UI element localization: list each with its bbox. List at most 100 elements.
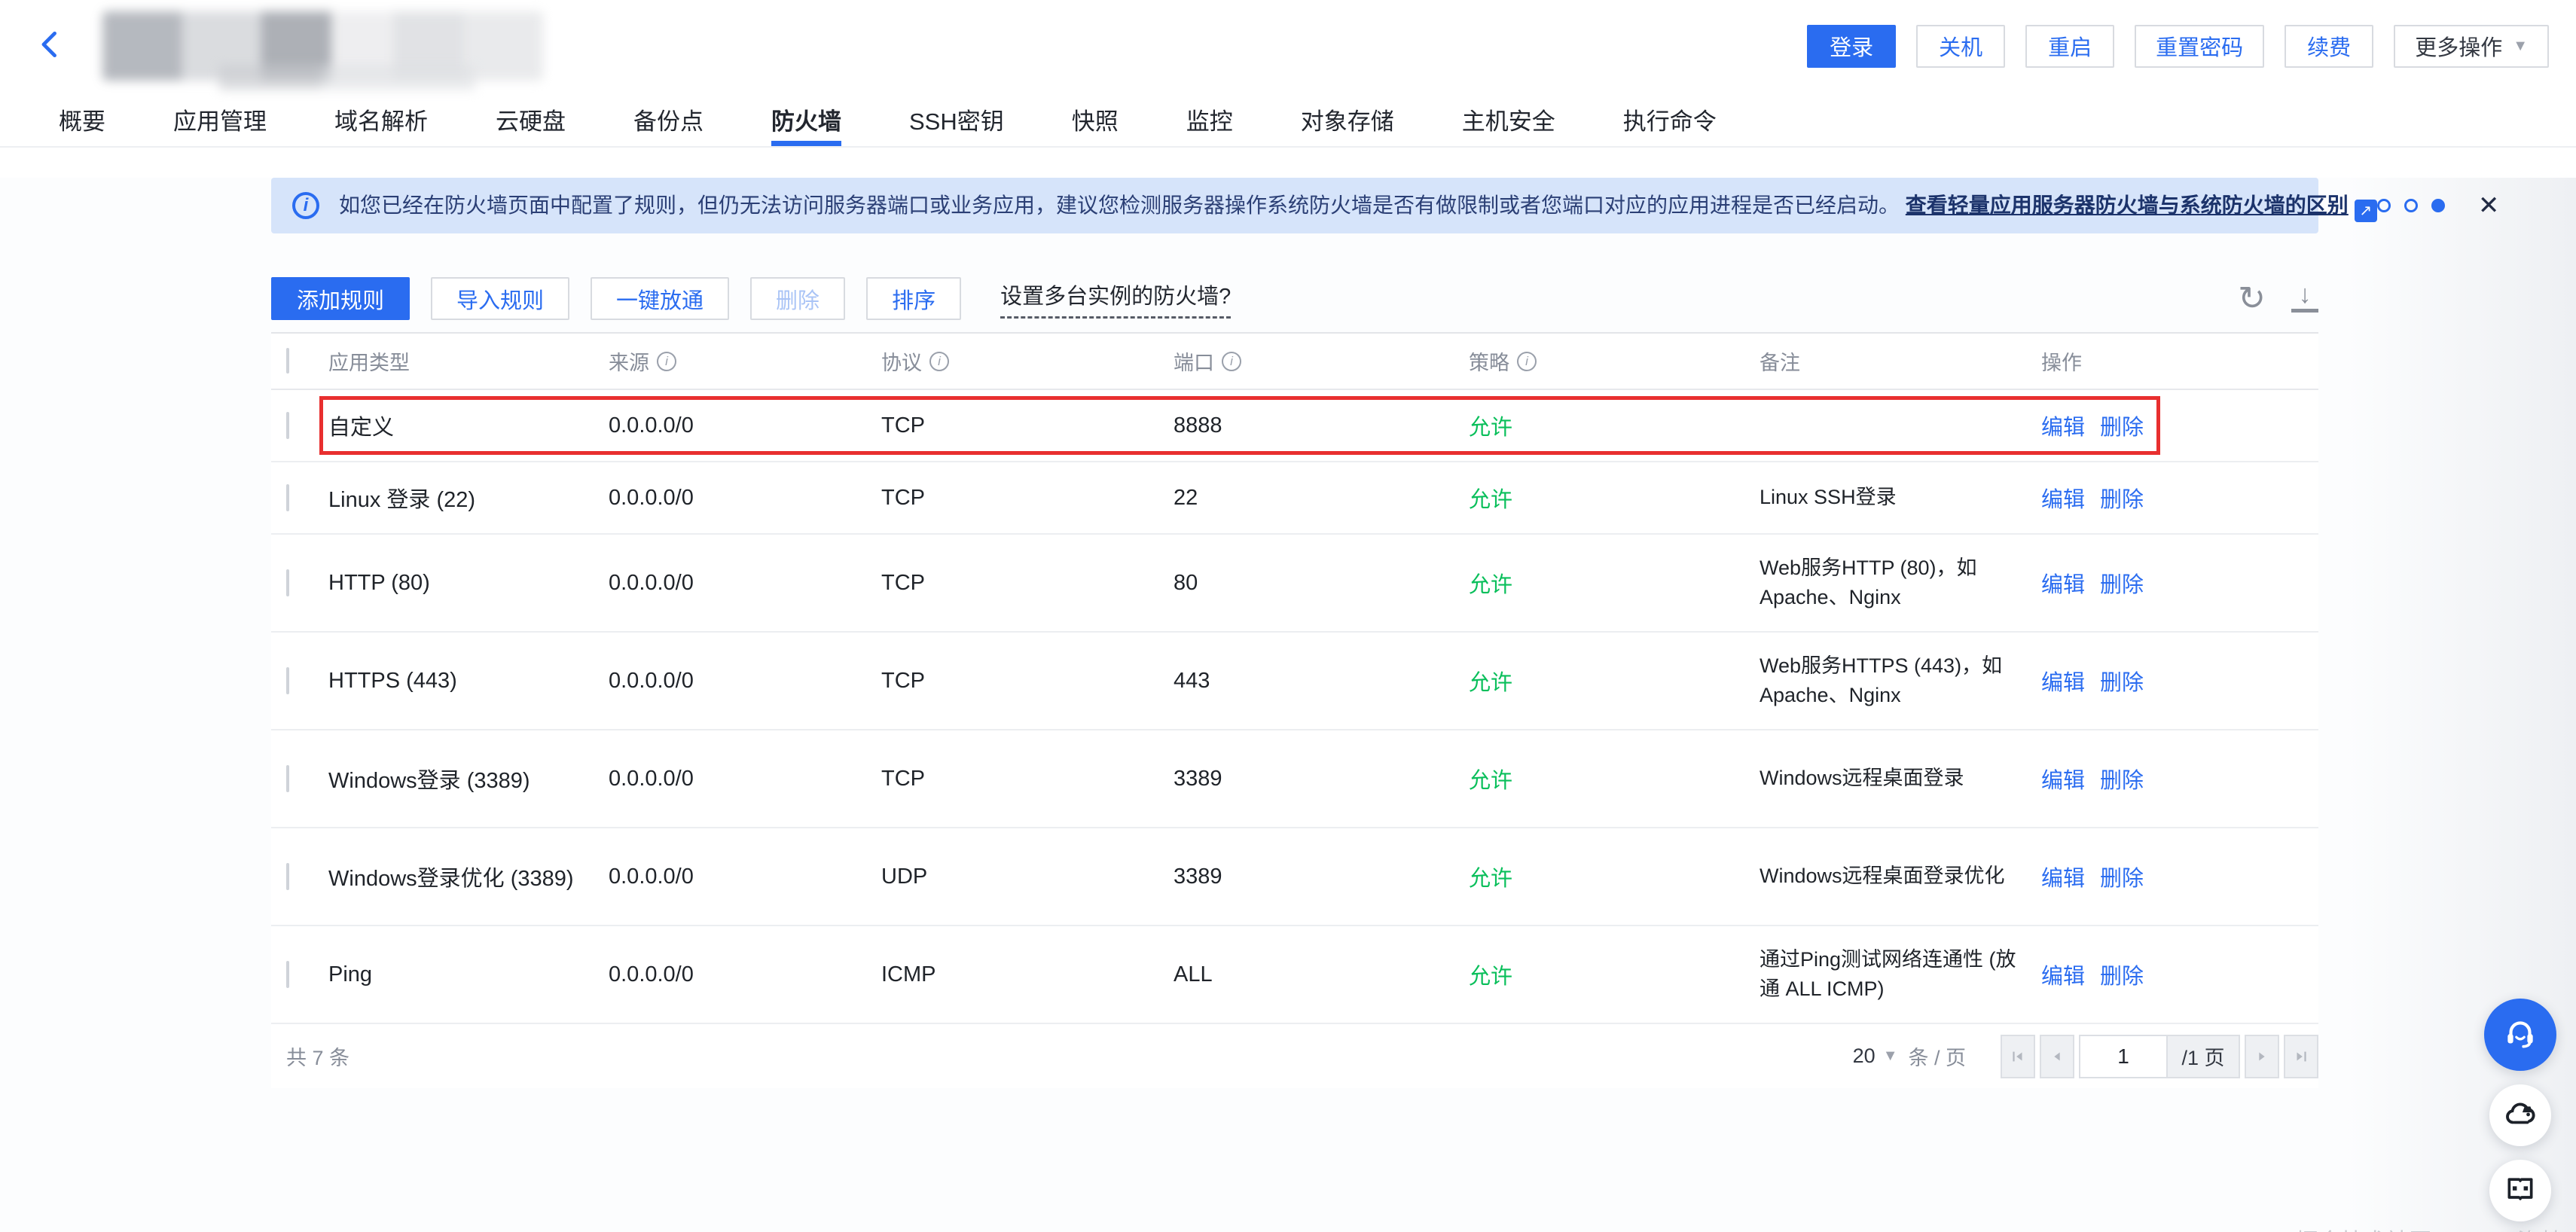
tab-1[interactable]: 应用管理: [173, 92, 267, 146]
edit-link[interactable]: 编辑: [2041, 482, 2085, 514]
tab-6[interactable]: SSH密钥: [909, 92, 1004, 146]
cloud-notification-button[interactable]: [2489, 1084, 2551, 1146]
cell-source: 0.0.0.0/0: [609, 413, 881, 438]
last-page-button[interactable]: [2284, 1035, 2318, 1078]
first-page-button[interactable]: [2001, 1035, 2035, 1078]
column-header: 备注: [1760, 346, 2041, 376]
info-icon[interactable]: i: [1517, 352, 1537, 371]
cell-actions: 编辑删除: [2041, 665, 2318, 697]
total-count: 共 7 条: [286, 1041, 349, 1071]
row-checkbox[interactable]: [286, 569, 289, 596]
cell-source: 0.0.0.0/0: [609, 571, 881, 596]
instance-button[interactable]: 关机: [1916, 25, 2005, 68]
cell-port: 3389: [1174, 767, 1469, 791]
tab-9[interactable]: 对象存储: [1301, 92, 1394, 146]
row-checkbox[interactable]: [286, 412, 289, 439]
delete-link[interactable]: 删除: [2100, 482, 2144, 514]
table-footer: 共 7 条 20 ▼ 条 / 页 /1 页: [271, 1024, 2318, 1088]
prev-page-button[interactable]: [2040, 1035, 2074, 1078]
column-header: 操作: [2041, 346, 2318, 376]
add-rule-button[interactable]: 添加规则: [271, 277, 410, 320]
docs-button[interactable]: [2489, 1160, 2551, 1221]
watermark: 掘金技术社区 @ Lorin洛林: [2296, 1223, 2562, 1232]
firewall-info-banner: i 如您已经在防火墙页面中配置了规则，但仍无法访问服务器端口或业务应用，建议您检…: [271, 178, 2318, 233]
open-all-button[interactable]: 一键放通: [591, 277, 729, 320]
page-number-input[interactable]: [2079, 1035, 2168, 1078]
tab-8[interactable]: 监控: [1186, 92, 1233, 146]
cell-actions: 编辑删除: [2041, 861, 2318, 892]
tab-10[interactable]: 主机安全: [1462, 92, 1555, 146]
delete-link[interactable]: 删除: [2100, 410, 2144, 441]
page-size-select[interactable]: 20 ▼: [1853, 1044, 1898, 1068]
cell-port: 443: [1174, 669, 1469, 694]
sort-button[interactable]: 排序: [866, 277, 961, 320]
carousel-dot[interactable]: [2404, 199, 2418, 212]
cell-note: Web服务HTTP (80)，如 Apache、Nginx: [1760, 543, 2019, 623]
tab-2[interactable]: 域名解析: [334, 92, 428, 146]
next-page-button[interactable]: [2245, 1035, 2279, 1078]
import-rule-button[interactable]: 导入规则: [431, 277, 569, 320]
edit-link[interactable]: 编辑: [2041, 665, 2085, 697]
tab-11[interactable]: 执行命令: [1623, 92, 1717, 146]
cell-port: 3389: [1174, 865, 1469, 889]
cell-app-type: Windows登录优化 (3389): [328, 861, 609, 892]
total-pages-label: /1 页: [2168, 1035, 2240, 1078]
row-checkbox[interactable]: [286, 667, 289, 694]
cell-protocol: TCP: [881, 571, 1174, 596]
table-row: Ping0.0.0.0/0ICMPALL允许通过Ping测试网络连通性 (放通 …: [271, 926, 2318, 1024]
cell-note: Windows远程桌面登录: [1760, 753, 2019, 804]
edit-link[interactable]: 编辑: [2041, 410, 2085, 441]
cell-port: ALL: [1174, 962, 1469, 987]
back-button[interactable]: [30, 25, 72, 67]
multi-instance-firewall-link[interactable]: 设置多台实例的防火墙?: [1000, 279, 1231, 319]
tab-3[interactable]: 云硬盘: [496, 92, 566, 146]
download-icon[interactable]: ↓: [2291, 285, 2318, 312]
tab-0[interactable]: 概要: [59, 92, 105, 146]
instance-button[interactable]: 续费: [2285, 25, 2373, 68]
row-checkbox[interactable]: [286, 484, 289, 511]
row-checkbox[interactable]: [286, 765, 289, 792]
tab-7[interactable]: 快照: [1072, 92, 1119, 146]
edit-link[interactable]: 编辑: [2041, 959, 2085, 990]
cell-note: Web服务HTTPS (443)，如 Apache、Nginx: [1760, 641, 2019, 721]
delete-link[interactable]: 删除: [2100, 567, 2144, 599]
info-icon[interactable]: i: [1222, 352, 1241, 371]
delete-link[interactable]: 删除: [2100, 763, 2144, 794]
info-icon[interactable]: i: [929, 352, 949, 371]
floating-helper-buttons: [2484, 999, 2556, 1232]
cell-source: 0.0.0.0/0: [609, 865, 881, 889]
instance-button[interactable]: 重启: [2025, 25, 2114, 68]
external-link-icon[interactable]: ↗: [2355, 200, 2377, 222]
table-header-row: 应用类型来源i协议i端口i策略i备注操作: [271, 334, 2318, 390]
banner-close-icon[interactable]: ✕: [2478, 193, 2500, 218]
cell-app-type: Linux 登录 (22): [328, 482, 609, 514]
instance-button[interactable]: 重置密码: [2135, 25, 2264, 68]
instance-button[interactable]: 登录: [1807, 25, 1896, 68]
refresh-icon[interactable]: ↻: [2238, 282, 2266, 316]
cell-source: 0.0.0.0/0: [609, 669, 881, 694]
chevron-down-icon: ▼: [1883, 1048, 1898, 1065]
cell-protocol: TCP: [881, 767, 1174, 791]
row-checkbox[interactable]: [286, 961, 289, 988]
firewall-rules-table: 应用类型来源i协议i端口i策略i备注操作 自定义0.0.0.0/0TCP8888…: [271, 332, 2318, 1088]
carousel-dot[interactable]: [2431, 199, 2445, 212]
customer-service-button[interactable]: [2484, 999, 2556, 1071]
delete-link[interactable]: 删除: [2100, 665, 2144, 697]
cell-source: 0.0.0.0/0: [609, 962, 881, 987]
table-row: 自定义0.0.0.0/0TCP8888允许编辑删除: [271, 390, 2318, 462]
delete-button[interactable]: 删除: [750, 277, 845, 320]
cell-actions: 编辑删除: [2041, 482, 2318, 514]
tab-4[interactable]: 备份点: [633, 92, 704, 146]
delete-link[interactable]: 删除: [2100, 959, 2144, 990]
carousel-dot[interactable]: [2377, 199, 2391, 212]
instance-button[interactable]: 更多操作▼: [2394, 25, 2549, 68]
firewall-diff-link[interactable]: 查看轻量应用服务器防火墙与系统防火墙的区别: [1906, 194, 2349, 217]
edit-link[interactable]: 编辑: [2041, 763, 2085, 794]
delete-link[interactable]: 删除: [2100, 861, 2144, 892]
edit-link[interactable]: 编辑: [2041, 567, 2085, 599]
select-all-checkbox[interactable]: [286, 348, 289, 374]
row-checkbox[interactable]: [286, 863, 289, 890]
tab-active-5[interactable]: 防火墙: [771, 92, 841, 146]
info-icon[interactable]: i: [657, 352, 676, 371]
edit-link[interactable]: 编辑: [2041, 861, 2085, 892]
